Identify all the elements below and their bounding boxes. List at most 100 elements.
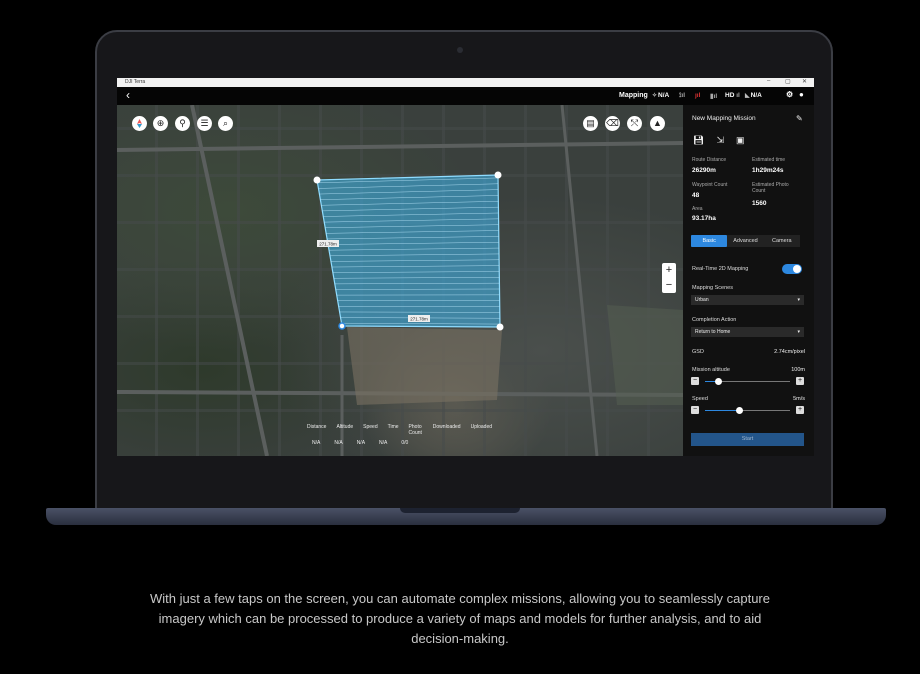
import-icon[interactable]: ⇲ [716, 135, 724, 146]
route-distance-value: 26290m [692, 167, 716, 174]
close-button[interactable]: ✕ [802, 78, 807, 85]
tab-camera[interactable]: Camera [764, 235, 800, 247]
chevron-down-icon: ▾ [797, 297, 800, 303]
mapping-scenes-label: Mapping Scenes [692, 285, 733, 291]
app-window: DJI Terra – ▢ ✕ ‹ Mapping ✧N/A ⟟ıl ȷıl ▮… [117, 78, 814, 456]
telemetry-label: Speed [363, 424, 378, 430]
waypoint-count-label: Waypoint Count [692, 182, 728, 188]
mission-panel: New Mapping Mission ✎ 💾︎ ⇲ ▣ Route Dista… [683, 105, 814, 456]
hd-label: HD [725, 92, 735, 99]
telemetry-label: Distance [307, 424, 327, 430]
mode-label: Mapping [619, 92, 648, 99]
speed-increase-button[interactable]: + [796, 406, 804, 414]
telemetry-bar: Distance Altitude Speed Time Photo Count… [307, 424, 492, 446]
zoom-control: + − [662, 263, 676, 293]
panel-title: New Mapping Mission [692, 115, 756, 122]
altitude-decrease-button[interactable]: − [691, 377, 699, 385]
rc-signal-icon: ⟟ıl [679, 92, 686, 99]
compass-icon[interactable] [132, 116, 147, 131]
gps-status: ✧N/A [652, 92, 669, 99]
tab-basic[interactable]: Basic [691, 235, 728, 247]
completion-action-select[interactable]: Return to Home ▾ [691, 327, 804, 337]
area-label: Area [692, 206, 703, 212]
speed-slider[interactable]: − + [691, 406, 804, 415]
photo-count-value: 1560 [752, 200, 767, 207]
speed-label: Speed [692, 396, 708, 402]
telemetry-label: Time [387, 424, 399, 430]
satellite-icon: ✧ [652, 93, 658, 99]
photo-count-label: Estimated Photo Count [752, 182, 789, 194]
mapping-scenes-value: Urban [695, 297, 709, 303]
telemetry-value: N/A [312, 440, 321, 446]
start-button[interactable]: Start [691, 433, 804, 446]
app-topbar: ‹ Mapping ✧N/A ⟟ıl ȷıl ▮ıl HD ıl ◣N/A ⚙ … [117, 87, 814, 105]
vertex-handle [494, 171, 502, 179]
completion-action-label: Completion Action [692, 317, 737, 323]
caption-text: With just a few taps on the screen, you … [150, 591, 770, 646]
telemetry-value: N/A [356, 440, 366, 446]
telemetry-label: Downloaded [432, 424, 461, 430]
route-icon[interactable]: ⤲ [627, 116, 642, 131]
tab-advanced[interactable]: Advanced [727, 235, 763, 247]
zoom-in-button[interactable]: + [662, 263, 676, 278]
realtime-mapping-toggle[interactable] [782, 264, 802, 274]
mapping-scenes-select[interactable]: Urban ▾ [691, 295, 804, 305]
user-icon[interactable]: ● [799, 90, 804, 99]
signal-status: ◣N/A [745, 92, 762, 99]
camera-settings-icon[interactable]: ▣ [736, 135, 745, 146]
mission-altitude-label: Mission altitude [692, 367, 730, 373]
window-title: DJI Terra [125, 79, 146, 85]
pin-icon[interactable]: ⚲ [175, 116, 190, 131]
hd-link-status: HD ıl [725, 92, 740, 99]
satellite-map[interactable]: 271.78m 271.78m ⊕ ⚲ ☰ ⌕ ▤ ⌫ ⤲ ▲ + − Dist… [117, 105, 683, 456]
edge-length-label-b: 271.78m [410, 317, 428, 322]
triangle-icon[interactable]: ▲ [650, 116, 665, 131]
gps-value: N/A [658, 92, 670, 99]
eraser-icon[interactable]: ⌫ [605, 116, 620, 131]
speed-value: 5m/s [793, 396, 805, 402]
zoom-out-button[interactable]: − [662, 278, 676, 293]
save-icon[interactable]: 💾︎ [693, 135, 704, 146]
settings-icon[interactable]: ⚙ [786, 90, 793, 99]
back-button[interactable]: ‹ [126, 88, 130, 102]
waypoint-count-value: 48 [692, 192, 700, 199]
edit-icon[interactable]: ✎ [796, 114, 803, 123]
gsd-label: GSD [692, 349, 704, 355]
speed-slider-handle[interactable] [736, 407, 743, 414]
laptop-camera [457, 47, 463, 53]
battery-icon: ▮ıl [710, 93, 718, 100]
estimated-time-label: Estimated time [752, 157, 786, 163]
telemetry-value: 0/0 [401, 440, 409, 446]
mission-altitude-value: 100m [791, 367, 805, 373]
realtime-mapping-label: Real-Time 2D Mapping [692, 266, 749, 272]
gsd-value: 2.74cm/pixel [774, 349, 805, 355]
layers-icon[interactable]: ▤ [583, 116, 598, 131]
search-icon[interactable]: ⌕ [218, 116, 233, 131]
crosshair-icon[interactable]: ⊕ [153, 116, 168, 131]
maximize-button[interactable]: ▢ [785, 78, 791, 85]
list-icon[interactable]: ☰ [197, 116, 212, 131]
telemetry-label: Uploaded [470, 424, 492, 430]
area-value: 93.17ha [692, 215, 716, 222]
speed-decrease-button[interactable]: − [691, 406, 699, 414]
route-distance-label: Route Distance [692, 157, 727, 163]
altitude-increase-button[interactable]: + [796, 377, 804, 385]
altitude-slider[interactable]: − + [691, 377, 804, 386]
vertex-handle [496, 323, 504, 331]
telemetry-label: Photo Count [408, 424, 422, 436]
laptop-base-notch [400, 508, 520, 513]
panel-toolbar: 💾︎ ⇲ ▣ [693, 135, 745, 146]
start-point-marker [338, 322, 346, 330]
mission-overlay: 271.78m 271.78m [117, 105, 683, 456]
altitude-slider-handle[interactable] [714, 378, 722, 385]
signal-icon: ◣ [745, 93, 750, 99]
warning-icon: ȷıl [695, 92, 701, 99]
telemetry-value: N/A [334, 440, 343, 446]
estimated-time-value: 1h29m24s [752, 167, 784, 174]
vertex-handle [313, 176, 321, 184]
signal-value: N/A [750, 92, 762, 99]
telemetry-label: Altitude [336, 424, 354, 430]
window-titlebar: DJI Terra – ▢ ✕ [117, 78, 814, 87]
minimize-button[interactable]: – [767, 78, 770, 84]
completion-action-value: Return to Home [695, 329, 731, 335]
